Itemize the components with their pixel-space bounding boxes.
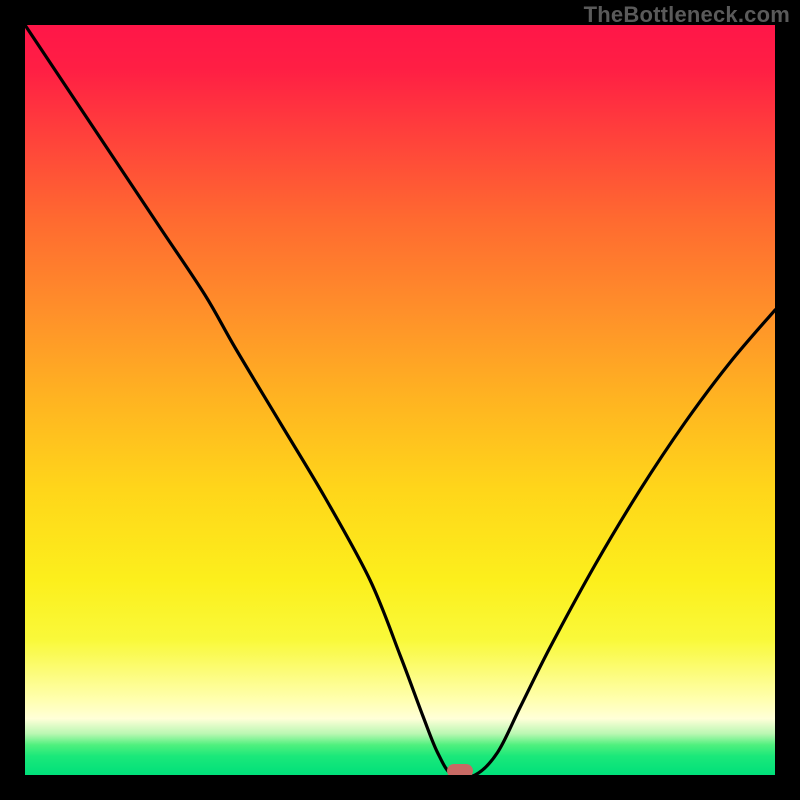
minimum-marker bbox=[447, 764, 473, 775]
chart-frame: TheBottleneck.com bbox=[0, 0, 800, 800]
bottleneck-curve bbox=[25, 25, 775, 775]
bottleneck-curve-path bbox=[25, 25, 775, 775]
plot-area bbox=[25, 25, 775, 775]
watermark-text: TheBottleneck.com bbox=[584, 2, 790, 28]
